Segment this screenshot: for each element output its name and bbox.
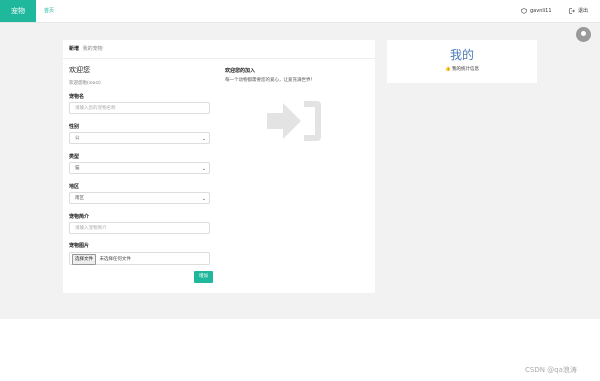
- pet-form: 欢迎您 欢迎您啦(⊙o⊙) 宠物名 请输入您的宠物名称 性别 公 ⌄ 类型 猫 …: [69, 65, 212, 265]
- logout-button[interactable]: 退出: [569, 0, 588, 22]
- intro-input[interactable]: 请输入宠物简介: [69, 222, 210, 234]
- brand-logo[interactable]: 宠物: [0, 0, 36, 22]
- user-menu[interactable]: gavnli11: [521, 0, 552, 22]
- area-select[interactable]: 南区 ⌄: [69, 192, 210, 204]
- username-label: gavnli11: [530, 8, 552, 14]
- intro-label: 宠物简介: [69, 214, 90, 220]
- avatar-dot: [581, 31, 586, 36]
- logout-icon: [569, 8, 575, 14]
- file-status: 未选择任何文件: [99, 257, 131, 262]
- chevron-down-icon: ⌄: [201, 166, 206, 172]
- avatar[interactable]: [576, 27, 591, 42]
- sign-in-icon: [267, 101, 321, 141]
- add-pet-card: 新增 我的宠物 欢迎您 欢迎您啦(⊙o⊙) 宠物名 请输入您的宠物名称 性别 公…: [63, 40, 375, 293]
- info-title: 欢迎您的加入: [225, 68, 256, 74]
- profile-card: 我的 👍 我的统计信息: [387, 40, 537, 83]
- area-label: 地区: [69, 184, 80, 190]
- pet-name-label: 宠物名: [69, 94, 85, 100]
- type-value: 猫: [75, 166, 80, 171]
- info-panel: 欢迎您的加入 每一个动物都需要您的爱心，让爱充满世界！: [225, 67, 365, 83]
- gender-label: 性别: [69, 124, 80, 130]
- stats-link-label: 我的统计信息: [452, 67, 480, 72]
- thumbs-up-icon: 👍: [444, 67, 451, 72]
- area-value: 南区: [75, 196, 84, 201]
- welcome-heading: 欢迎您: [69, 66, 90, 74]
- profile-title: 我的: [449, 48, 474, 62]
- nav-home-link[interactable]: 首页: [44, 0, 54, 22]
- card-title: 新增: [69, 46, 80, 52]
- type-select[interactable]: 猫 ⌄: [69, 162, 210, 174]
- info-text: 每一个动物都需要您的爱心，让爱充满世界！: [225, 78, 315, 83]
- gender-select[interactable]: 公 ⌄: [69, 132, 210, 144]
- photo-file-input[interactable]: 选择文件 未选择任何文件: [69, 252, 210, 265]
- watermark: CSDN @qa浪涛: [525, 366, 577, 374]
- stats-link[interactable]: 👍 我的统计信息: [387, 66, 537, 72]
- gender-value: 公: [75, 136, 80, 141]
- shield-icon: [521, 8, 527, 14]
- logout-label: 退出: [578, 8, 589, 14]
- chevron-down-icon: ⌄: [201, 136, 206, 142]
- pet-name-input[interactable]: 请输入您的宠物名称: [69, 102, 210, 114]
- photo-label: 宠物图片: [69, 243, 90, 249]
- top-bar: 宠物 首页 gavnli11 退出: [0, 0, 600, 23]
- submit-add-button[interactable]: 增加: [194, 271, 213, 283]
- chevron-down-icon: ⌄: [201, 196, 206, 202]
- card-subtitle: 我的宠物: [82, 46, 103, 52]
- choose-file-button[interactable]: 选择文件: [72, 254, 96, 265]
- card-header: 新增 我的宠物: [63, 40, 375, 59]
- type-label: 类型: [69, 154, 80, 160]
- welcome-subtext: 欢迎您啦(⊙o⊙): [69, 81, 101, 86]
- page-footer: [0, 319, 600, 381]
